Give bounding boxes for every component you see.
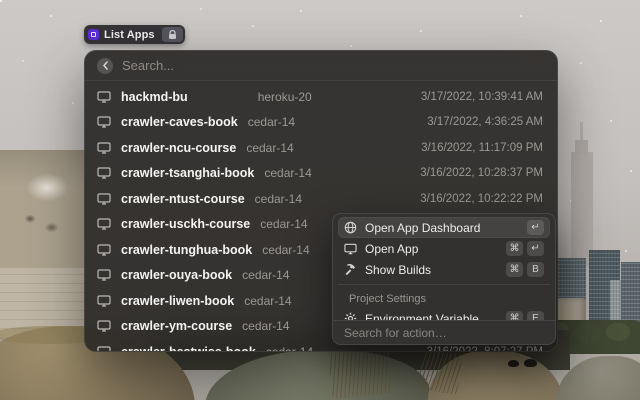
app-updated-date: 3/16/2022, 10:28:37 PM xyxy=(420,167,543,180)
monitor-icon xyxy=(344,243,357,255)
command-pill-list-apps[interactable]: List Apps xyxy=(84,25,185,44)
app-stack: heroku-20 xyxy=(257,89,312,104)
app-name: crawler-ouya-book xyxy=(121,268,233,283)
concrete-wall xyxy=(0,150,86,275)
keycap: ↵ xyxy=(527,220,544,235)
list-item[interactable]: hackmd-bu heroku-20 3/17/2022, 10:39:41 AM xyxy=(85,84,557,110)
action-label: Open App Dashboard xyxy=(365,220,481,235)
action-menu-item[interactable]: Open App Dashboard ↵ xyxy=(338,217,550,238)
back-button[interactable] xyxy=(97,57,113,74)
app-name: crawler-caves-book xyxy=(121,115,238,130)
monitor-icon xyxy=(97,167,111,179)
app-stack: cedar-14 xyxy=(266,345,313,351)
action-menu-list: Open App Dashboard ↵ Open App ⌘ ↵ Show Builds… xyxy=(333,214,555,329)
app-name: crawler-ym-course xyxy=(121,319,233,334)
app-stack: cedar-14 xyxy=(246,140,294,155)
shortcut-keys: ⌘ B xyxy=(506,262,544,277)
monitor-icon xyxy=(97,320,111,332)
app-stack: cedar-14 xyxy=(264,166,312,181)
action-label: Open App xyxy=(365,241,419,256)
hammer-icon xyxy=(344,263,357,276)
app-name: crawler-tunghua-book xyxy=(121,242,253,257)
app-stack: cedar-14 xyxy=(242,268,290,283)
app-stack: cedar-14 xyxy=(254,191,303,206)
monitor-icon xyxy=(97,295,111,307)
app-name: crawler-ncu-course xyxy=(121,140,237,155)
heroku-extension-icon xyxy=(88,29,99,40)
app-name: crawler-bestwise-book xyxy=(121,345,256,351)
command-pill-label: List Apps xyxy=(104,28,155,41)
chevron-left-icon xyxy=(102,61,108,70)
app-name: crawler-liwen-book xyxy=(121,293,235,308)
list-item[interactable]: crawler-tsanghai-book cedar-14 3/16/2022, … xyxy=(85,161,557,187)
app-updated-date: 3/17/2022, 4:36:25 AM xyxy=(427,116,543,129)
action-label: Show Builds xyxy=(365,262,432,277)
dry-grass xyxy=(417,349,463,395)
action-menu: Open App Dashboard ↵ Open App ⌘ ↵ Show Builds… xyxy=(332,213,556,345)
list-item[interactable]: crawler-ntust-course cedar-14 3/16/2022, 1… xyxy=(85,186,557,212)
app-name: crawler-tsanghai-book xyxy=(121,166,255,181)
keycap: ↵ xyxy=(527,241,544,256)
app-stack: cedar-14 xyxy=(260,217,308,232)
keycap: B xyxy=(527,262,544,277)
globe-icon xyxy=(344,221,357,234)
menu-divider xyxy=(338,284,550,285)
shortcut-keys: ↵ xyxy=(527,220,544,235)
list-item[interactable]: crawler-caves-book cedar-14 3/17/2022, 4:3… xyxy=(85,110,557,136)
action-menu-item[interactable]: Show Builds ⌘ B xyxy=(338,259,550,280)
monitor-icon xyxy=(97,269,111,281)
monitor-icon xyxy=(97,91,111,103)
app-stack: cedar-14 xyxy=(262,242,310,257)
search-bar: Search... xyxy=(85,51,557,81)
app-updated-date: 3/16/2022, 11:17:09 PM xyxy=(421,141,543,154)
monitor-icon xyxy=(97,116,111,128)
app-name: crawler-usckh-course xyxy=(121,217,251,232)
app-stack: cedar-14 xyxy=(244,293,292,308)
bird-silhouette xyxy=(524,359,537,367)
monitor-icon xyxy=(97,244,111,256)
list-item[interactable]: crawler-ncu-course cedar-14 3/16/2022, 11:… xyxy=(85,135,557,161)
app-stack: cedar-14 xyxy=(247,115,296,130)
monitor-icon xyxy=(97,193,111,205)
search-input[interactable]: Search... xyxy=(122,58,174,73)
app-updated-date: 3/16/2022, 8:07:27 PM xyxy=(427,346,543,351)
action-search-input[interactable]: Search for action… xyxy=(344,326,447,340)
shortcut-keys: ⌘ ↵ xyxy=(506,241,544,256)
action-search-bar[interactable]: Search for action… xyxy=(333,320,555,344)
keycap: ⌘ xyxy=(506,262,523,277)
film-grain-specks xyxy=(0,0,2,2)
app-updated-date: 3/16/2022, 10:22:22 PM xyxy=(420,192,543,205)
monitor-icon xyxy=(97,142,111,154)
action-menu-item[interactable]: Open App ⌘ ↵ xyxy=(338,238,550,259)
bird-silhouette xyxy=(508,360,519,367)
keycap: ⌘ xyxy=(506,241,523,256)
app-updated-date: 3/17/2022, 10:39:41 AM xyxy=(420,90,543,103)
app-stack: cedar-14 xyxy=(242,319,290,334)
app-name: crawler-ntust-course xyxy=(121,191,245,206)
lock-icon xyxy=(161,27,183,42)
monitor-icon xyxy=(97,218,111,230)
monitor-icon xyxy=(97,346,111,351)
menu-section-label: Project Settings xyxy=(349,293,427,305)
app-name: hackmd-bu xyxy=(121,89,188,104)
